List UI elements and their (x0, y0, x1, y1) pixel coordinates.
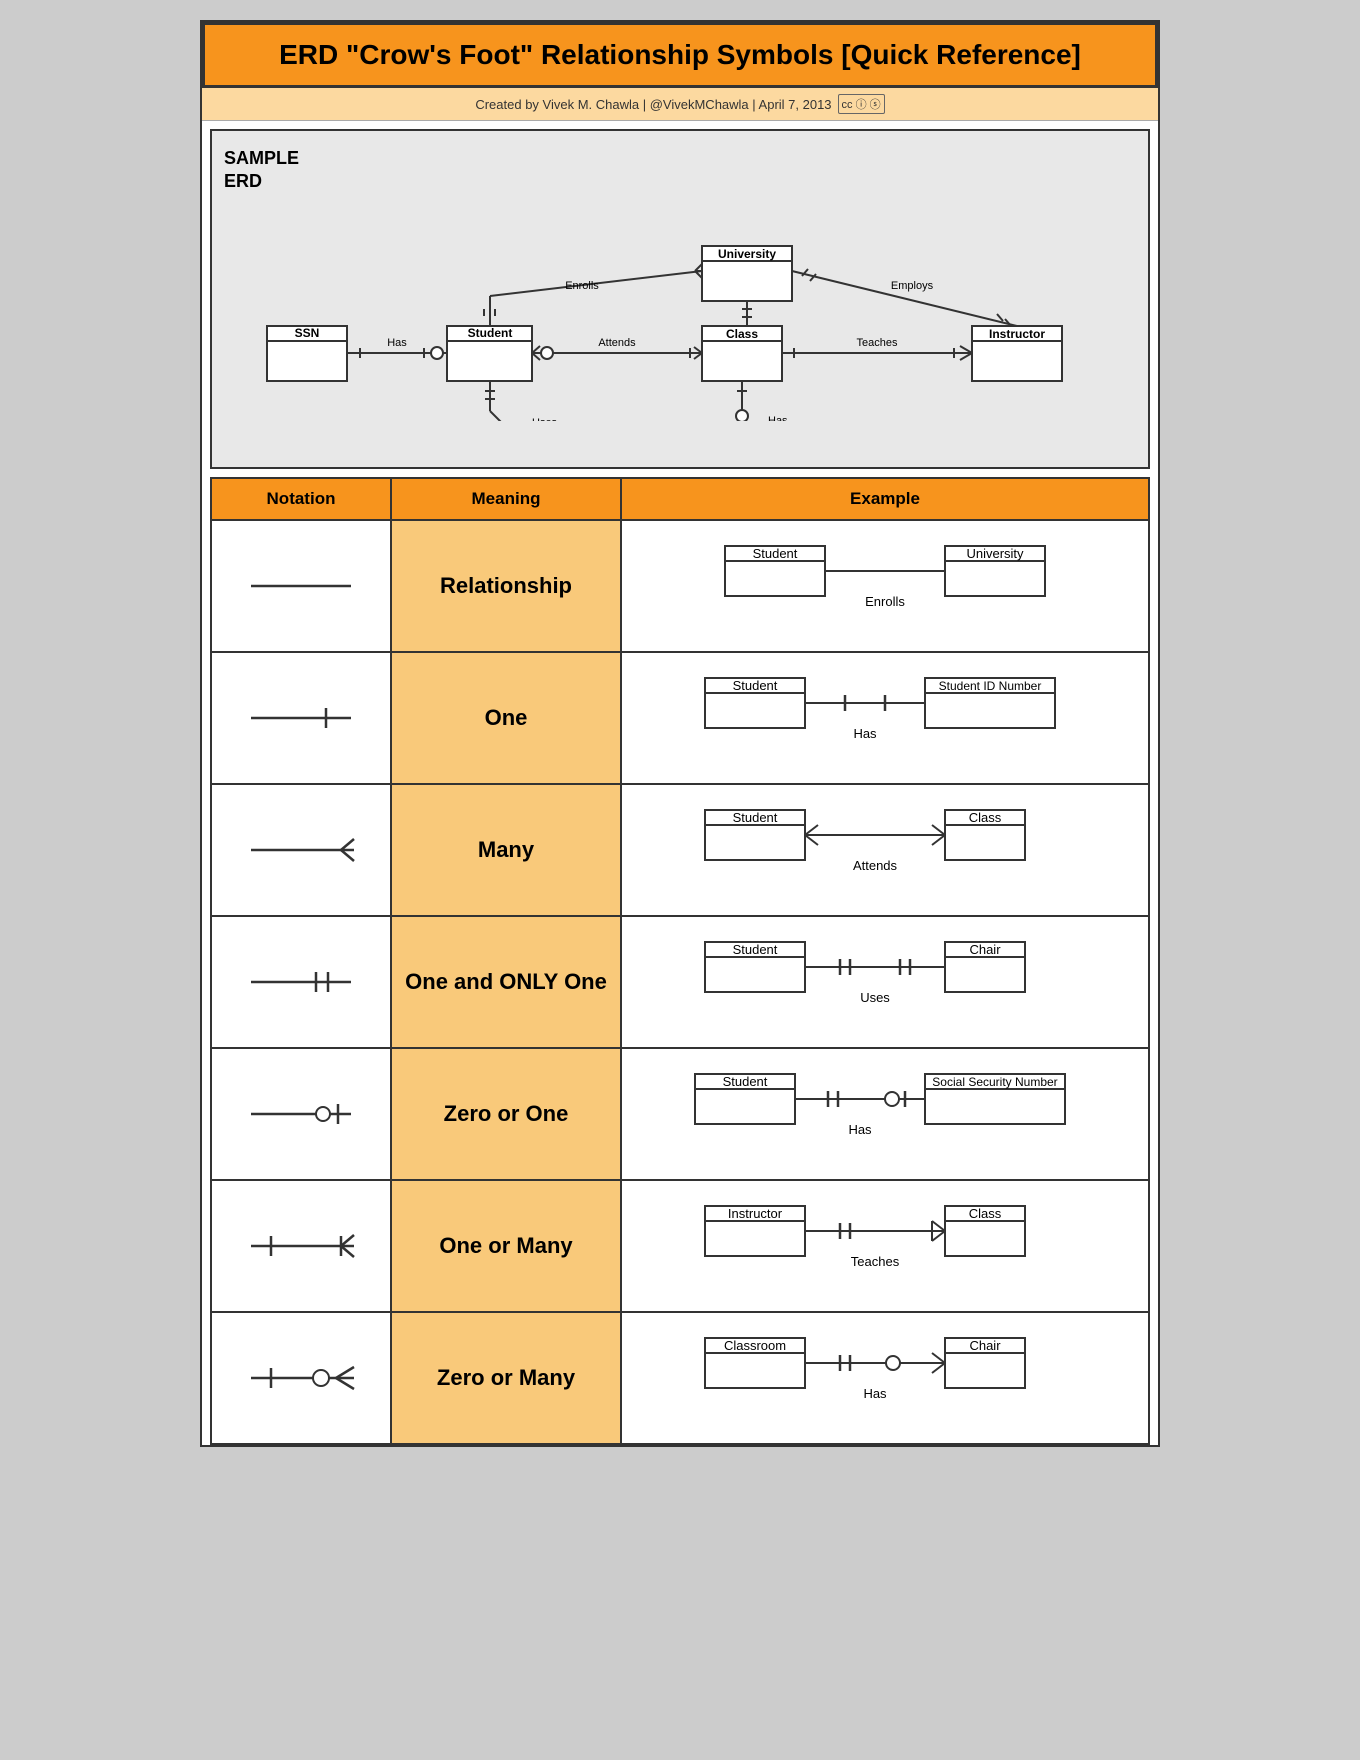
example-relationship: Student University Enrolls (622, 521, 1148, 651)
notation-table-header: Notation Meaning Example (210, 477, 1150, 521)
svg-text:Uses: Uses (860, 990, 890, 1005)
page: ERD "Crow's Foot" Relationship Symbols [… (200, 20, 1160, 1447)
svg-text:Classroom: Classroom (724, 1338, 786, 1353)
meaning-one-many: One or Many (392, 1181, 622, 1311)
symbol-one-many (212, 1181, 392, 1311)
svg-text:Student ID Number: Student ID Number (939, 679, 1042, 693)
svg-text:Enrolls: Enrolls (865, 594, 905, 609)
meaning-relationship: Relationship (392, 521, 622, 651)
svg-text:University: University (966, 546, 1024, 561)
erd-diagram: SSN Student ID Student Chair University … (212, 131, 1092, 421)
example-one-many: Instructor Class Teaches (622, 1181, 1148, 1311)
svg-text:Student: Student (733, 678, 778, 693)
meaning-zero-many: Zero or Many (392, 1313, 622, 1443)
svg-text:Student: Student (733, 810, 778, 825)
cc-icons: cc ⓘ ⓢ (838, 94, 885, 114)
meaning-many: Many (392, 785, 622, 915)
row-one-only: One and ONLY One Student Chair Uses (210, 917, 1150, 1049)
symbol-relationship (212, 521, 392, 651)
subtitle-bar: Created by Vivek M. Chawla | @VivekMChaw… (202, 88, 1158, 121)
meaning-one-only: One and ONLY One (392, 917, 622, 1047)
row-zero-one: Zero or One Student Social Security Numb… (210, 1049, 1150, 1181)
svg-text:Enrolls: Enrolls (565, 280, 599, 292)
svg-text:Attends: Attends (853, 858, 898, 873)
svg-text:Teaches: Teaches (857, 337, 898, 349)
header-example: Example (622, 479, 1148, 519)
example-many: Student Class Attends (622, 785, 1148, 915)
svg-text:Social Security Number: Social Security Number (932, 1075, 1057, 1089)
row-zero-many: Zero or Many Classroom Chair Has (210, 1313, 1150, 1445)
row-relationship: Relationship Student University Enrolls (210, 521, 1150, 653)
svg-text:Attends: Attends (598, 337, 636, 349)
example-one-only: Student Chair Uses (622, 917, 1148, 1047)
svg-text:Has: Has (848, 1122, 872, 1137)
svg-text:Class: Class (969, 1206, 1002, 1221)
header-meaning: Meaning (392, 479, 622, 519)
svg-text:Has: Has (863, 1386, 887, 1401)
svg-text:Uses: Uses (532, 417, 558, 421)
svg-text:Has: Has (853, 726, 877, 741)
erd-sample-area: SAMPLEERD SSN Student ID Student Chair U… (210, 129, 1150, 469)
example-zero-many: Classroom Chair Has (622, 1313, 1148, 1443)
symbol-zero-many (212, 1313, 392, 1443)
svg-text:Student: Student (753, 546, 798, 561)
main-title: ERD "Crow's Foot" Relationship Symbols [… (202, 22, 1158, 88)
svg-text:SSN: SSN (295, 326, 320, 340)
svg-text:Chair: Chair (969, 1338, 1001, 1353)
svg-text:Teaches: Teaches (851, 1254, 900, 1269)
svg-text:University: University (718, 247, 776, 261)
meaning-one: One (392, 653, 622, 783)
svg-text:Chair: Chair (969, 942, 1001, 957)
row-one: One Student Student ID Number Has (210, 653, 1150, 785)
subtitle-text: Created by Vivek M. Chawla | @VivekMChaw… (475, 97, 831, 112)
svg-text:Class: Class (969, 810, 1002, 825)
svg-text:Student: Student (468, 326, 513, 340)
header-notation: Notation (212, 479, 392, 519)
row-many: Many Student Class Attends (210, 785, 1150, 917)
svg-text:Class: Class (726, 327, 758, 341)
symbol-one (212, 653, 392, 783)
svg-text:Has: Has (768, 415, 788, 421)
example-one: Student Student ID Number Has (622, 653, 1148, 783)
symbol-many (212, 785, 392, 915)
symbol-zero-one (212, 1049, 392, 1179)
svg-text:Student: Student (733, 942, 778, 957)
example-zero-one: Student Social Security Number Has (622, 1049, 1148, 1179)
svg-text:Employs: Employs (891, 280, 934, 292)
svg-text:Instructor: Instructor (728, 1206, 783, 1221)
meaning-zero-one: Zero or One (392, 1049, 622, 1179)
symbol-one-only (212, 917, 392, 1047)
svg-text:Student: Student (723, 1074, 768, 1089)
svg-text:Instructor: Instructor (989, 327, 1045, 341)
row-one-many: One or Many Instructor Class Teaches (210, 1181, 1150, 1313)
svg-text:Has: Has (387, 337, 407, 349)
